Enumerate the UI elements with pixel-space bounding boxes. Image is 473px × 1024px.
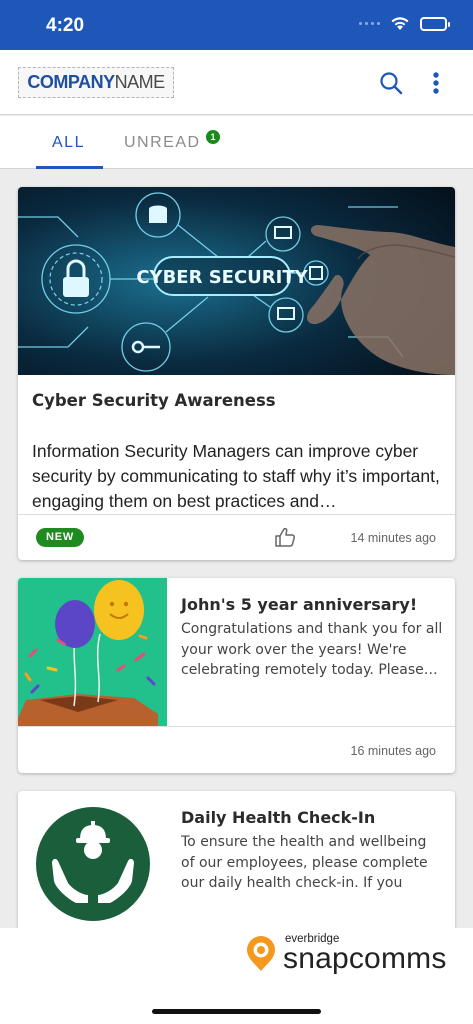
footer: everbridge snapcomms — [0, 928, 473, 1024]
tab-all[interactable]: ALL — [52, 134, 85, 152]
card-title: Daily Health Check-In — [181, 808, 376, 827]
signal-dots-icon — [359, 22, 380, 25]
home-indicator — [152, 1009, 321, 1014]
tab-unread[interactable]: UNREAD — [124, 134, 201, 152]
unread-count-badge: 1 — [206, 130, 220, 144]
new-badge: NEW — [36, 528, 84, 547]
cyber-security-image: CYBER SECURITY — [18, 187, 455, 375]
status-time: 4:20 — [46, 15, 85, 36]
feed-card-anniversary[interactable]: John's 5 year anniversary! Congratulatio… — [18, 578, 455, 773]
card-body: Information Security Managers can improv… — [32, 441, 440, 511]
cyber-security-image-text: CYBER SECURITY — [136, 267, 308, 288]
status-icons — [359, 16, 450, 31]
wifi-icon — [391, 17, 409, 30]
feed-card-health-check[interactable]: Daily Health Check-In To ensure the heal… — [18, 791, 455, 941]
tab-all-underline — [36, 166, 103, 169]
logo-company-text: COMPANY — [27, 72, 115, 92]
card-body: Congratulations and thank you for all yo… — [181, 621, 443, 679]
company-logo[interactable]: COMPANY NAME — [18, 67, 174, 98]
tab-bar: ALL UNREAD — [0, 116, 473, 169]
snapcomms-pin-icon — [247, 936, 275, 971]
feed-card-cyber-security[interactable]: CYBER SECURITY Cyber Security Awareness … — [18, 187, 455, 560]
balloons-celebration-image — [18, 578, 167, 726]
more-vertical-icon[interactable] — [428, 70, 444, 96]
card-body: To ensure the health and wellbeing of ou… — [181, 834, 428, 892]
status-bar: 4:20 — [0, 0, 473, 50]
search-icon[interactable] — [378, 70, 404, 96]
card-title: Cyber Security Awareness — [32, 391, 276, 410]
thumbs-up-icon[interactable] — [274, 526, 296, 548]
card-timestamp: 14 minutes ago — [350, 531, 436, 545]
card-divider — [18, 726, 455, 727]
logo-name-text: NAME — [114, 72, 166, 92]
app-header: COMPANY NAME — [0, 50, 473, 115]
card-divider — [18, 514, 455, 515]
health-worker-hands-icon — [36, 807, 150, 921]
brand-snapcomms: snapcomms — [283, 942, 447, 975]
card-timestamp: 16 minutes ago — [350, 744, 436, 758]
battery-icon — [420, 16, 450, 31]
card-title: John's 5 year anniversary! — [181, 595, 418, 614]
